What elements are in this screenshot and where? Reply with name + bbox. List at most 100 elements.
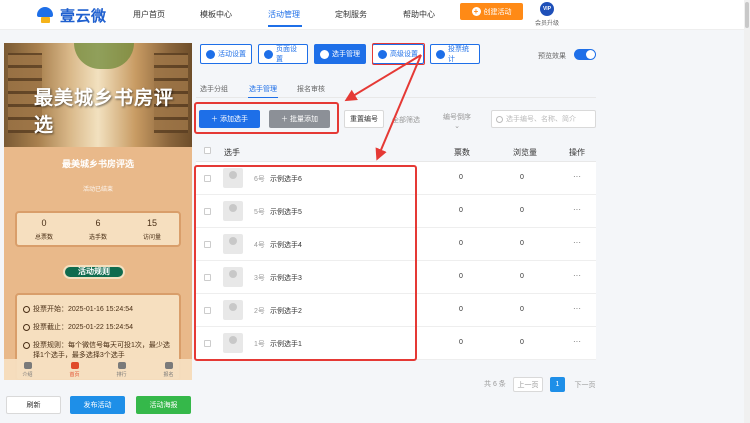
poster-button[interactable]: 活动海报 [136, 396, 191, 414]
banner-image: 最美城乡书房评选 [4, 43, 192, 147]
logo-text: 壹云微 [60, 7, 107, 25]
more-actions-icon[interactable]: ··· [573, 337, 581, 346]
next-page-button[interactable]: 下一页 [572, 377, 598, 392]
player-name[interactable]: 示例选手5 [270, 207, 302, 217]
vote-rules-text: 投票规则：每个微信号每天可投1次，最少选择1个选手，最多选择3个选手 [33, 342, 170, 359]
more-actions-icon[interactable]: ··· [573, 205, 581, 214]
player-views: 0 [520, 339, 524, 346]
publish-button[interactable]: 发布活动 [70, 396, 125, 414]
batch-add-button[interactable]: ＋ 批量添加 [269, 110, 330, 128]
clock-icon [23, 342, 30, 349]
reset-numbers-button[interactable]: 重置编号 [344, 110, 384, 128]
active-subtab-underline [248, 97, 278, 98]
activity-status: 活动已结束 [82, 187, 113, 193]
row-checkbox[interactable] [204, 175, 211, 182]
header-views: 浏览量 [513, 148, 537, 157]
player-name[interactable]: 示例选手4 [270, 240, 302, 250]
more-actions-icon[interactable]: ··· [573, 172, 581, 181]
nav-custom[interactable]: 定制服务 [335, 9, 367, 20]
avatar [223, 300, 243, 320]
nav-home[interactable]: 用户首页 [133, 9, 165, 20]
tab-label: 排行 [116, 372, 127, 378]
vote-end-row: 投票截止：2025-01-22 15:24:54 [23, 323, 173, 333]
player-votes: 0 [459, 207, 463, 214]
row-checkbox[interactable] [204, 241, 211, 248]
create-activity-button[interactable]: + 创建活动 [460, 3, 523, 20]
users-icon [320, 49, 329, 59]
search-icon [496, 115, 503, 123]
avatar [223, 168, 243, 188]
player-name[interactable]: 示例选手6 [270, 174, 302, 184]
more-actions-icon[interactable]: ··· [573, 304, 581, 313]
row-checkbox[interactable] [204, 340, 211, 347]
vote-stats-button[interactable]: 投票统计 [430, 44, 480, 64]
stat-value: 0 [41, 218, 47, 228]
player-management-button[interactable]: 选手管理 [314, 44, 366, 64]
page-settings-button[interactable]: 页面设置 [258, 44, 308, 64]
avatar [223, 201, 243, 221]
trophy-icon [117, 362, 126, 369]
search-input[interactable]: 选手编号、名称、简介 [491, 110, 596, 128]
stat-value: 6 [95, 218, 101, 228]
chart-icon [436, 49, 445, 59]
select-all-checkbox[interactable] [204, 147, 211, 154]
player-views: 0 [520, 174, 524, 181]
phone-tab-ranking[interactable]: 排行 [98, 359, 145, 380]
toggle-knob [586, 50, 595, 59]
player-name[interactable]: 示例选手2 [270, 306, 302, 316]
prev-page-button[interactable]: 上一页 [513, 377, 543, 392]
avatar [223, 234, 243, 254]
rules-button[interactable]: 活动规则 [63, 265, 125, 279]
activity-settings-button[interactable]: 活动设置 [200, 44, 252, 64]
row-checkbox[interactable] [204, 274, 211, 281]
add-player-button[interactable]: ＋ 添加选手 [199, 110, 260, 128]
settings-icon [206, 49, 215, 59]
player-name[interactable]: 示例选手3 [270, 273, 302, 283]
tab-label: 报名 [163, 372, 174, 378]
stat-total-votes: 0 总票数 [17, 213, 71, 245]
tab-signup-review[interactable]: 报名审核 [297, 84, 325, 94]
top-nav: 壹云微 用户首页 模板中心 活动管理 定制服务 帮助中心 + 创建活动 VIP … [0, 0, 744, 30]
vote-start-row: 投票开始：2025-01-16 15:24:54 [23, 305, 173, 315]
tab-player-management[interactable]: 选手管理 [249, 84, 277, 94]
phone-tab-home[interactable]: 首页 [51, 359, 98, 380]
refresh-button[interactable]: 刷新 [6, 396, 61, 414]
player-views: 0 [520, 240, 524, 247]
phone-tab-signup[interactable]: 报名 [145, 359, 192, 380]
advanced-settings-button[interactable]: 高级设置 [372, 44, 424, 64]
phone-preview: 最美城乡书房评选 最美城乡书房评选 活动已结束 0 总票数 6 选手数 15 访… [4, 43, 192, 380]
nav-activity[interactable]: 活动管理 [268, 9, 300, 20]
more-actions-icon[interactable]: ··· [573, 238, 581, 247]
player-name[interactable]: 示例选手1 [270, 339, 302, 349]
sliders-icon [378, 49, 387, 59]
preview-label: 预览效果 [538, 53, 566, 60]
stat-label: 选手数 [88, 235, 107, 241]
tab-player-groups[interactable]: 选手分组 [200, 84, 228, 94]
current-page[interactable]: 1 [550, 377, 565, 392]
home-icon [70, 362, 79, 369]
player-number: 5号 [254, 209, 265, 216]
filter-dropdown[interactable]: 全部筛选 [392, 115, 420, 125]
vote-rules-row: 投票规则：每个微信号每天可投1次，最少选择1个选手，最多选择3个选手 [23, 341, 173, 361]
player-number: 2号 [254, 308, 265, 315]
table-row: 4号 示例选手4 0 0 ··· [196, 228, 596, 261]
nav-templates[interactable]: 模板中心 [200, 9, 232, 20]
vote-end-text: 投票截止：2025-01-22 15:24:54 [33, 324, 133, 331]
stat-label: 总票数 [34, 235, 53, 241]
preview-toggle[interactable] [574, 49, 596, 60]
more-actions-icon[interactable]: ··· [573, 271, 581, 280]
row-checkbox[interactable] [204, 208, 211, 215]
header-player: 选手 [224, 148, 240, 157]
phone-tab-intro[interactable]: 介绍 [4, 359, 51, 380]
logo[interactable]: 壹云微 [34, 5, 107, 25]
vip-upgrade[interactable]: VIP 会员升级 [534, 2, 560, 27]
sort-dropdown[interactable]: 编号倒序 ⌄ [443, 112, 471, 130]
page-scrollbar[interactable] [744, 0, 750, 423]
player-number: 1号 [254, 341, 265, 348]
nav-help[interactable]: 帮助中心 [403, 9, 435, 20]
logo-icon [34, 7, 56, 23]
table-row: 5号 示例选手5 0 0 ··· [196, 195, 596, 228]
scrollbar-thumb[interactable] [745, 2, 749, 28]
row-checkbox[interactable] [204, 307, 211, 314]
player-votes: 0 [459, 273, 463, 280]
